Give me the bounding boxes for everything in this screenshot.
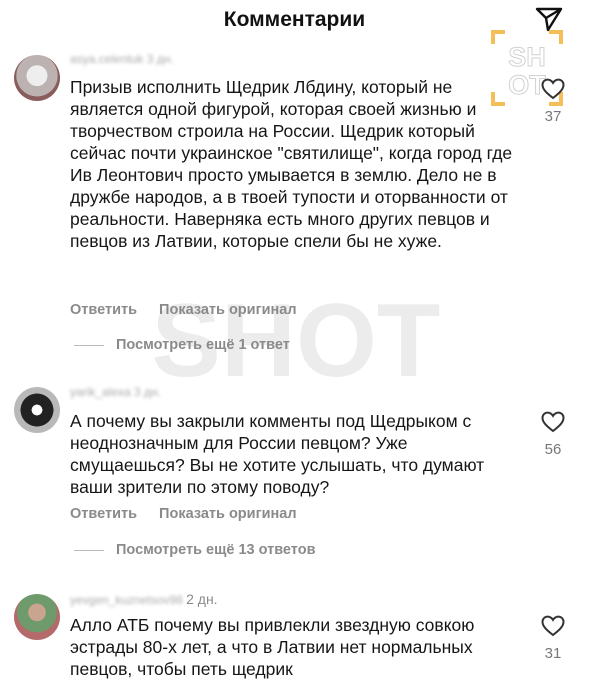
avatar[interactable] [14,55,60,101]
comment-text: Алло АТБ почему вы привлекли звездную со… [70,615,475,679]
comment-username[interactable]: yarik_alexa 3 дн. [70,385,161,399]
heart-icon[interactable] [541,615,565,637]
like-control: 37 [533,78,573,125]
logo-line-1: SH [508,42,546,72]
comment-username[interactable]: yevgen_kuznetsov98 2 дн. [70,591,218,607]
show-original-button[interactable]: Показать оригинал [159,302,297,318]
like-control: 56 [533,411,573,458]
send-icon[interactable] [535,6,563,32]
comment-actions: Ответить Показать оригинал [70,302,315,318]
comment-username[interactable]: asya.celentuk 3 дн. [70,52,174,66]
reply-button[interactable]: Ответить [70,506,137,522]
like-count: 37 [544,108,562,125]
comment-text: Призыв исполнить Щедрик Лбдину, который … [70,77,513,251]
like-count: 56 [544,441,562,458]
avatar[interactable] [14,594,60,640]
view-replies-button[interactable]: Посмотреть ещё 1 ответ [74,337,290,353]
like-control: 31 [533,615,573,662]
like-count: 31 [544,645,562,662]
reply-button[interactable]: Ответить [70,302,137,318]
heart-icon[interactable] [541,411,565,433]
comment-text: А почему вы закрыли комменты под Щедрыко… [70,411,485,497]
show-original-button[interactable]: Показать оригинал [159,506,297,522]
heart-icon[interactable] [541,78,565,100]
view-replies-button[interactable]: Посмотреть ещё 13 ответов [74,542,315,558]
page-title: Комментарии [223,8,366,31]
comment-actions: Ответить Показать оригинал [70,506,315,522]
avatar[interactable] [14,387,60,433]
